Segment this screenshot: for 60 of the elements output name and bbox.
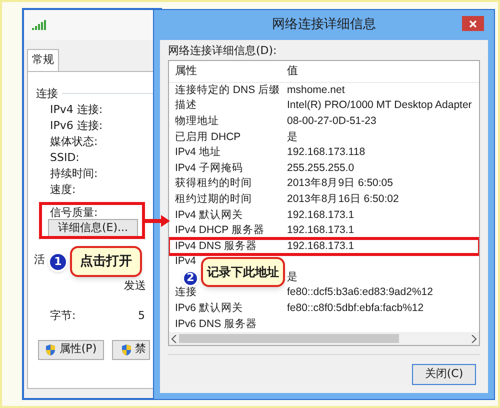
table-cell-text: 2013年8月9日 6:50:05 xyxy=(287,176,393,192)
field-label: IPv4 连接: xyxy=(50,102,103,118)
table-cell: 连接特定的 DNS 后缀 xyxy=(175,84,280,96)
group-title: 连接 xyxy=(36,86,58,102)
table-cell-text: Intel(R) PRO/1000 MT Desktop Adapter xyxy=(287,98,472,114)
table-cell-text: 192.168.173.1 xyxy=(287,223,354,238)
table-cell: 租约过期的时间 xyxy=(175,192,252,205)
table-cell: IPv4 子网掩码 xyxy=(175,162,243,174)
table-cell: IPv4 DNS 服务器 xyxy=(175,240,258,252)
general-tab[interactable]: 常规 xyxy=(27,49,59,70)
group-title: 活 xyxy=(34,252,45,268)
window-title: 网络连接详细信息 xyxy=(272,16,376,34)
table-cell-text: 192.168.173.1 xyxy=(287,238,354,254)
shield-icon xyxy=(121,344,132,356)
details-button[interactable]: 详细信息(E)... xyxy=(48,218,138,238)
table-cell: IPv4 默认网关 xyxy=(175,208,243,220)
arrow-icon xyxy=(145,214,171,228)
horizontal-scrollbar[interactable] xyxy=(169,332,479,345)
callout: 记录下此地址 xyxy=(201,257,285,287)
table-cell-text: fe80::dcf5:b3a6:ed83:9ad2%12 xyxy=(287,285,433,300)
table-cell-text: 2013年8月16日 6:50:02 xyxy=(287,192,399,207)
field-value: 5 xyxy=(138,308,145,324)
scroll-left-icon[interactable] xyxy=(171,334,177,343)
field-label: 媒体状态: xyxy=(50,134,99,150)
field-label: 信号质量: xyxy=(50,204,98,220)
action-button[interactable]: 禁 xyxy=(112,340,150,360)
table-cell: 已启用 DHCP xyxy=(175,130,241,143)
table-cell-text: 是 xyxy=(287,270,298,285)
field-label: 速度: xyxy=(50,182,77,198)
table-cell-text: 192.168.173.118 xyxy=(287,145,366,160)
table-cell: IPv6 DNS 服务器 xyxy=(175,318,258,330)
table-cell-text: 是 xyxy=(287,130,298,145)
list-label: 网络连接详细信息(D): xyxy=(168,44,278,58)
shield-icon xyxy=(45,344,56,356)
table-cell: IPv4 地址 xyxy=(175,146,221,158)
table-cell: 物理地址 xyxy=(175,114,219,127)
table-cell: 描述 xyxy=(175,99,197,112)
callout: 点击打开 xyxy=(70,246,142,277)
table-cell: 连接 xyxy=(175,286,197,298)
field-label: 持续时间: xyxy=(50,166,99,182)
table-cell: 获得租约的时间 xyxy=(175,177,252,190)
table-cell-text: 255.255.255.0 xyxy=(287,160,354,176)
signal-icon xyxy=(32,20,46,30)
table-cell-text: 192.168.173.1 xyxy=(287,208,354,222)
field-label: 发送 xyxy=(124,278,146,294)
table-cell: IPv4 xyxy=(175,255,196,268)
table-cell-text: 08-00-27-0D-51-23 xyxy=(287,114,376,129)
scroll-right-icon[interactable] xyxy=(471,334,477,343)
field-label: 字节: xyxy=(50,308,76,324)
table-cell: IPv4 DHCP 服务器 xyxy=(175,224,264,236)
field-label: SSID: xyxy=(50,150,80,166)
column-header: 值 xyxy=(287,63,298,80)
column-header: 属性 xyxy=(175,63,198,80)
action-button[interactable]: 属性(P) xyxy=(38,340,104,360)
table-cell: IPv6 默认网关 xyxy=(175,302,243,314)
table-cell-text: fe80::c8f0:5dbf:ebfa:facb%12 xyxy=(287,301,424,316)
table-cell-text: mshome.net xyxy=(287,82,345,98)
close-icon[interactable] xyxy=(462,16,484,31)
close-button[interactable]: 关闭(C) xyxy=(412,364,476,385)
field-label: IPv6 连接: xyxy=(50,118,103,134)
